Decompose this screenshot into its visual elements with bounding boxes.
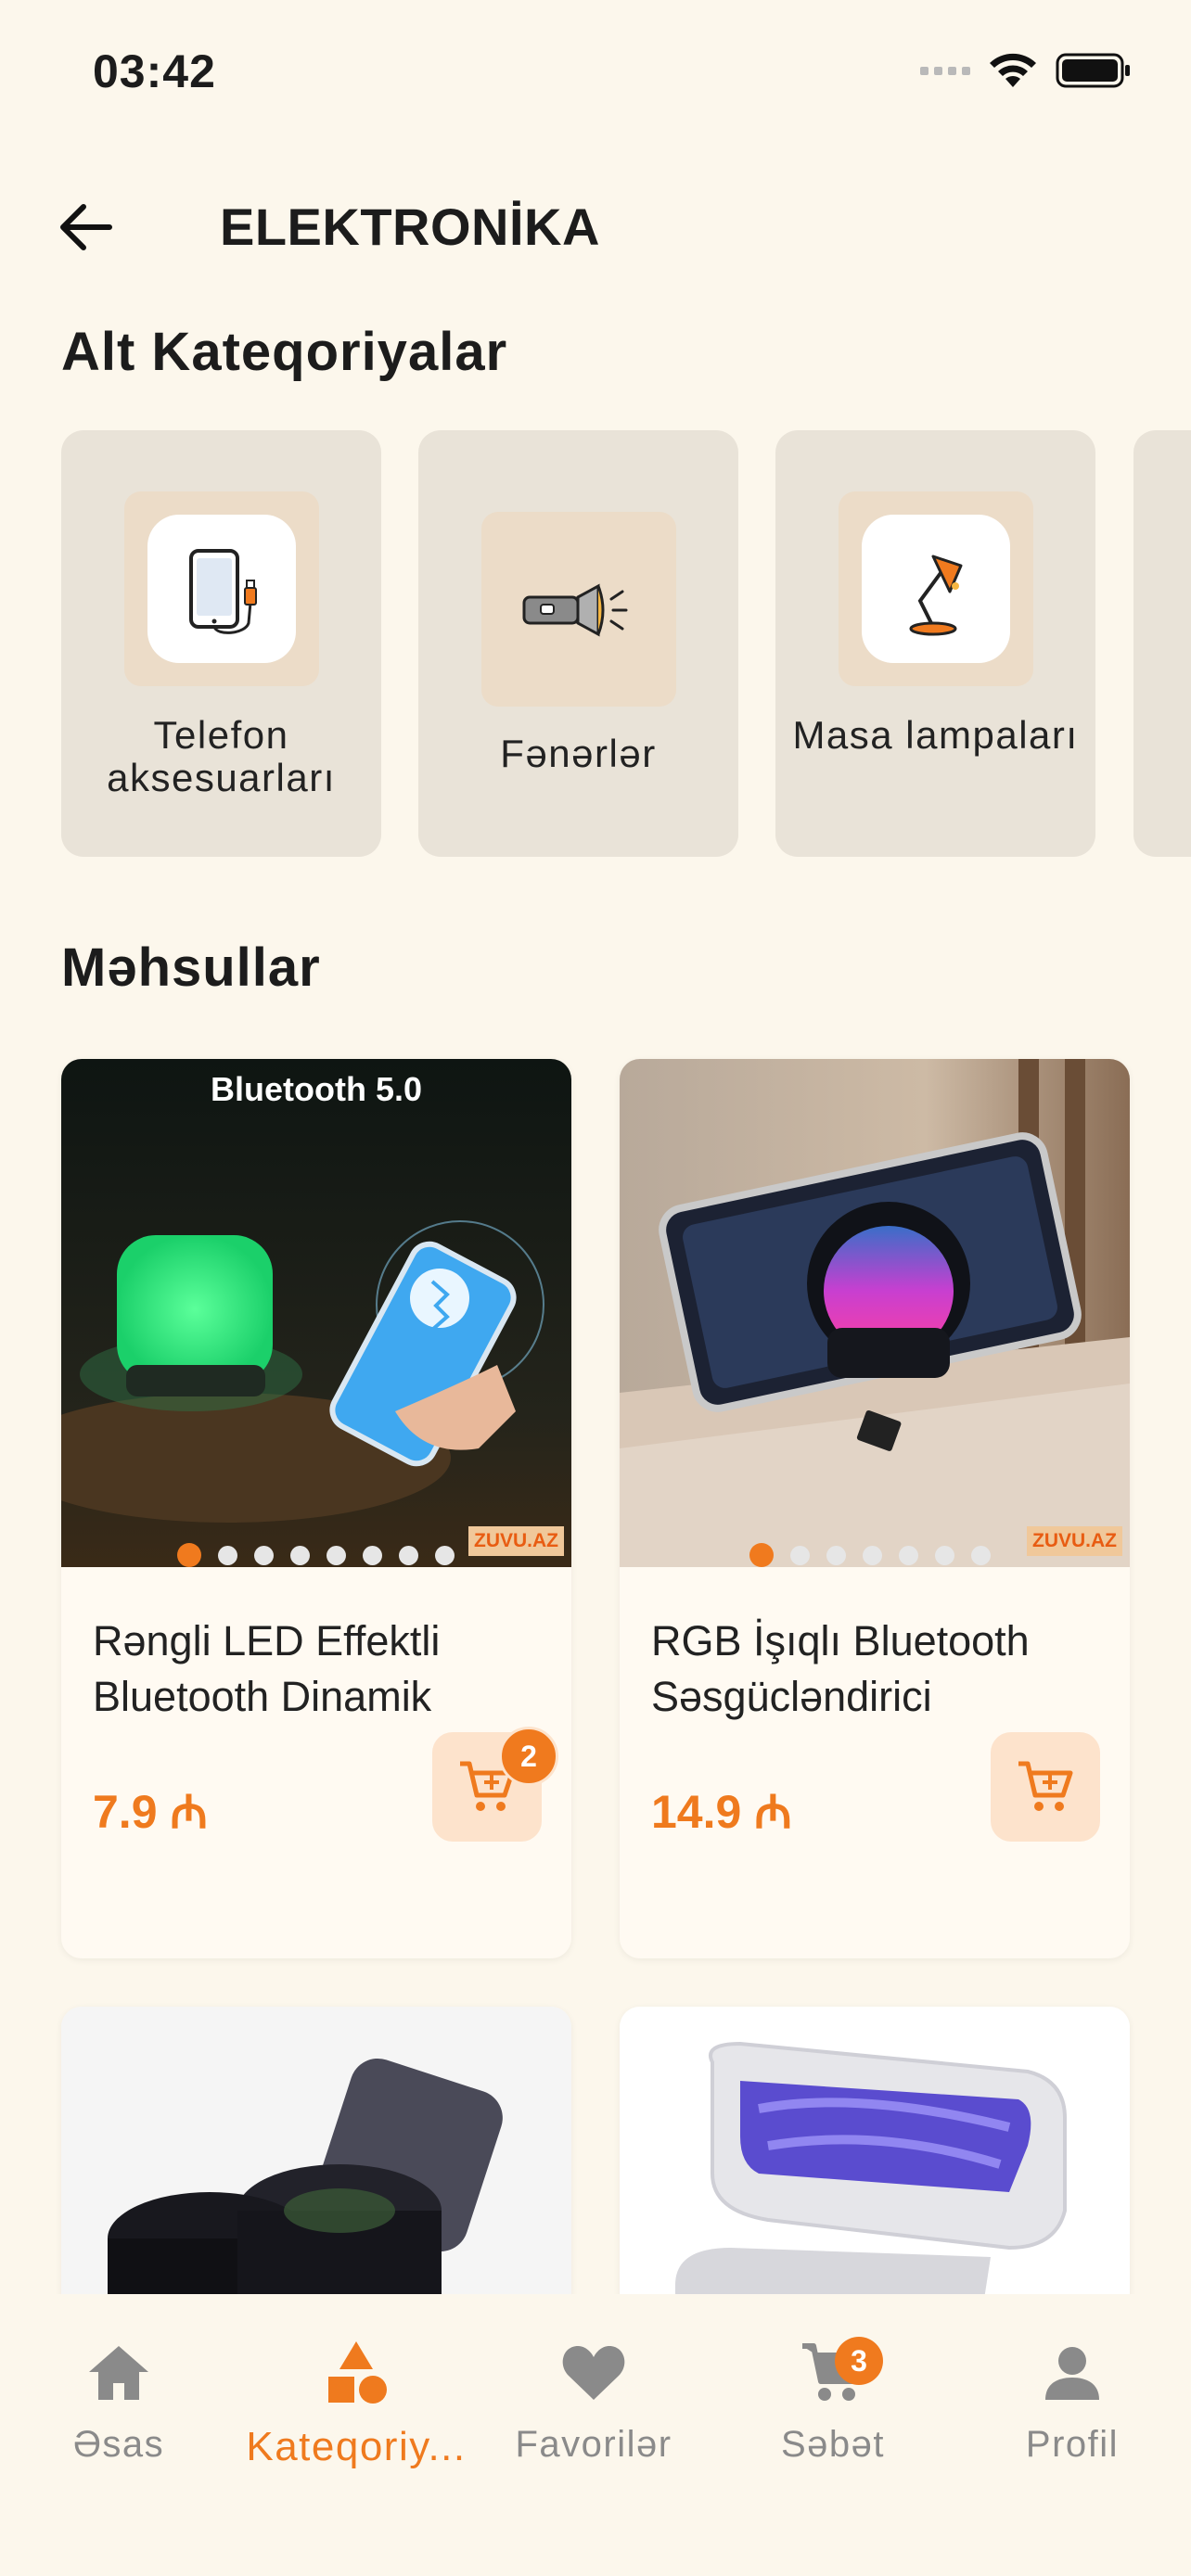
nav-label: Səbət (780, 2424, 886, 2465)
back-button[interactable] (56, 199, 115, 255)
nav-item-home[interactable]: Əsas (0, 2331, 237, 2466)
nav-item-cart[interactable]: 3 Səbət (714, 2331, 952, 2466)
watermark: ZUVU.AZ (1027, 1526, 1122, 1556)
subcategory-card-flashlights[interactable]: Fənərlər (418, 430, 738, 857)
product-price: 14.9 ₼ (651, 1786, 792, 1838)
cart-count-badge: 2 (499, 1727, 558, 1786)
product-card[interactable]: ZUVU.AZ RGB İşıqlı Bluetooth Səsgücləndi… (620, 1059, 1130, 1958)
subcategory-card-partial[interactable] (1133, 430, 1191, 857)
phone-charger-icon (189, 549, 257, 634)
heart-icon (562, 2346, 625, 2400)
watermark: ZUVU.AZ (468, 1526, 564, 1556)
battery-icon (1056, 53, 1130, 88)
product-price: 7.9 ₼ (93, 1786, 208, 1838)
page-title: ELEKTRONİKA (220, 198, 600, 256)
nav-label: Profil (1025, 2424, 1120, 2465)
flashlight-icon (522, 583, 628, 637)
cart-badge: 3 (835, 2337, 883, 2385)
image-carousel-dots[interactable] (177, 1543, 455, 1567)
nav-item-favorites[interactable]: Favorilər (475, 2331, 712, 2466)
subcategory-card-phone-accessories[interactable]: Telefon aksesuarları (61, 430, 381, 857)
arrow-left-icon (60, 204, 112, 250)
nav-label: Əsas (72, 2424, 165, 2465)
nav-label: Favorilər (515, 2424, 672, 2465)
add-to-cart-button[interactable] (991, 1732, 1100, 1842)
nav-item-profile[interactable]: Profil (954, 2331, 1191, 2466)
add-to-cart-button[interactable]: 2 (432, 1727, 558, 1842)
product-name: RGB İşıqlı Bluetooth Səsgücləndirici (651, 1617, 1030, 1720)
subcategory-label: Fənərlər (500, 732, 657, 775)
product-image[interactable]: ZUVU.AZ (620, 1059, 1130, 1567)
status-time: 03:42 (93, 45, 216, 97)
subcategories-title: Alt Kateqoriyalar (61, 322, 508, 382)
product-name: Rəngli LED Effektli Bluetooth Dinamik (93, 1617, 441, 1720)
signal-icon (920, 66, 970, 75)
products-title: Məhsullar (61, 937, 321, 998)
product-image[interactable]: Bluetooth 5.0 ZUVU.AZ (61, 1059, 571, 1567)
desk-lamp-icon (909, 555, 963, 636)
categories-icon (328, 2341, 387, 2404)
wifi-icon (990, 53, 1036, 87)
subcategory-label: Masa lampaları (792, 713, 1079, 757)
subcategory-label: Telefon aksesuarları (107, 713, 336, 799)
cart-icon (1018, 1761, 1073, 1811)
nav-label: Kateqoriy... (246, 2424, 467, 2469)
subcategory-list[interactable]: Telefon aksesuarları Fənərlər Masa lampa… (61, 430, 1191, 857)
bottom-navigation: Əsas Kateqoriy... Favorilər 3 Səbət Prof… (0, 2294, 1191, 2576)
subcategory-card-desk-lamps[interactable]: Masa lampaları (775, 430, 1095, 857)
profile-icon (1045, 2347, 1099, 2400)
nav-item-categories[interactable]: Kateqoriy... (237, 2331, 475, 2470)
product-card[interactable]: Bluetooth 5.0 ZUVU.AZ Rəngli LED Effektl… (61, 1059, 571, 1958)
home-icon (89, 2346, 148, 2400)
status-icons (920, 52, 1132, 89)
image-carousel-dots[interactable] (749, 1543, 991, 1567)
image-caption: Bluetooth 5.0 (210, 1070, 422, 1108)
